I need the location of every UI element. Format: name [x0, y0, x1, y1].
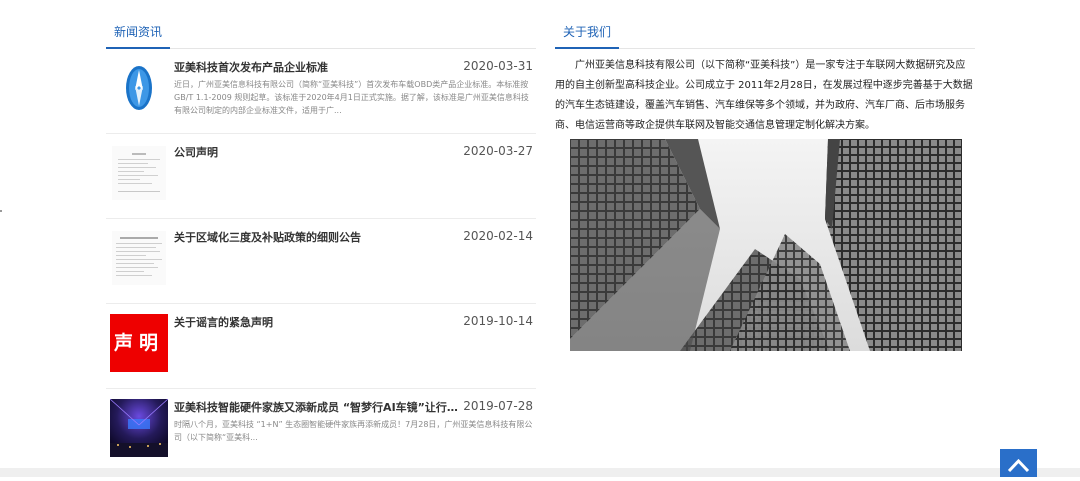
- news-item[interactable]: 关于区域化三度及补贴政策的细则公告 2020-02-14: [106, 219, 536, 304]
- statement-thumbnail[interactable]: 声明: [110, 314, 168, 372]
- news-date: 2020-03-27: [463, 144, 533, 158]
- news-summary: 时隔八个月，亚美科技 “1+N” 生态圈智能硬件家族再添新成员！7月28日，广州…: [174, 420, 533, 442]
- tab-news[interactable]: 新闻资讯: [106, 18, 171, 49]
- news-date: 2020-02-14: [463, 229, 533, 243]
- tab-about[interactable]: 关于我们: [555, 18, 620, 49]
- news-title[interactable]: 亚美科技首次发布产品企业标准: [174, 59, 459, 75]
- document-thumbnail[interactable]: [110, 229, 168, 287]
- edge-mark: [0, 210, 2, 212]
- news-item[interactable]: 亚美科技首次发布产品企业标准 2020-03-31 近日，广州亚美信息科技有限公…: [106, 49, 536, 134]
- back-to-top-button[interactable]: [1000, 449, 1037, 477]
- statement-thumbnail-text: 声明: [113, 332, 164, 354]
- chevron-up-icon: [1007, 458, 1030, 473]
- news-item[interactable]: 亚美科技智能硬件家族又添新成员 “智梦行AI车镜”让行车... 2019-07-…: [106, 389, 536, 473]
- news-section: 新闻资讯 亚美科技首次发布产品企业标准 2020-03-31 近日，广州亚美信息…: [106, 18, 536, 473]
- about-section: 关于我们 广州亚美信息科技有限公司（以下简称“亚美科技”）是一家专注于车联网大数…: [555, 18, 975, 351]
- news-title[interactable]: 亚美科技智能硬件家族又添新成员 “智梦行AI车镜”让行车...: [174, 399, 459, 415]
- news-summary: 近日，广州亚美信息科技有限公司（简称“亚美科技”）首次发布车载OBD类产品企业标…: [174, 80, 529, 115]
- event-stage-photo[interactable]: [110, 399, 168, 457]
- news-date: 2019-10-14: [463, 314, 533, 328]
- news-date: 2019-07-28: [463, 399, 533, 413]
- document-thumbnail[interactable]: [110, 144, 168, 202]
- news-tabbar: 新闻资讯: [106, 18, 536, 49]
- news-item[interactable]: 公司声明 2020-03-27: [106, 134, 536, 219]
- news-title[interactable]: 关于区域化三度及补贴政策的细则公告: [174, 229, 459, 245]
- skyscraper-photo: [570, 139, 962, 351]
- news-item[interactable]: 声明 关于谣言的紧急声明 2019-10-14: [106, 304, 536, 389]
- news-date: 2020-03-31: [463, 59, 533, 73]
- about-tabbar: 关于我们: [555, 18, 975, 49]
- news-title[interactable]: 公司声明: [174, 144, 459, 160]
- news-title[interactable]: 关于谣言的紧急声明: [174, 314, 459, 330]
- footer-bar: [0, 468, 1080, 477]
- about-text: 广州亚美信息科技有限公司（以下简称“亚美科技”）是一家专注于车联网大数据研究及应…: [555, 60, 973, 131]
- logo-icon[interactable]: [110, 59, 168, 117]
